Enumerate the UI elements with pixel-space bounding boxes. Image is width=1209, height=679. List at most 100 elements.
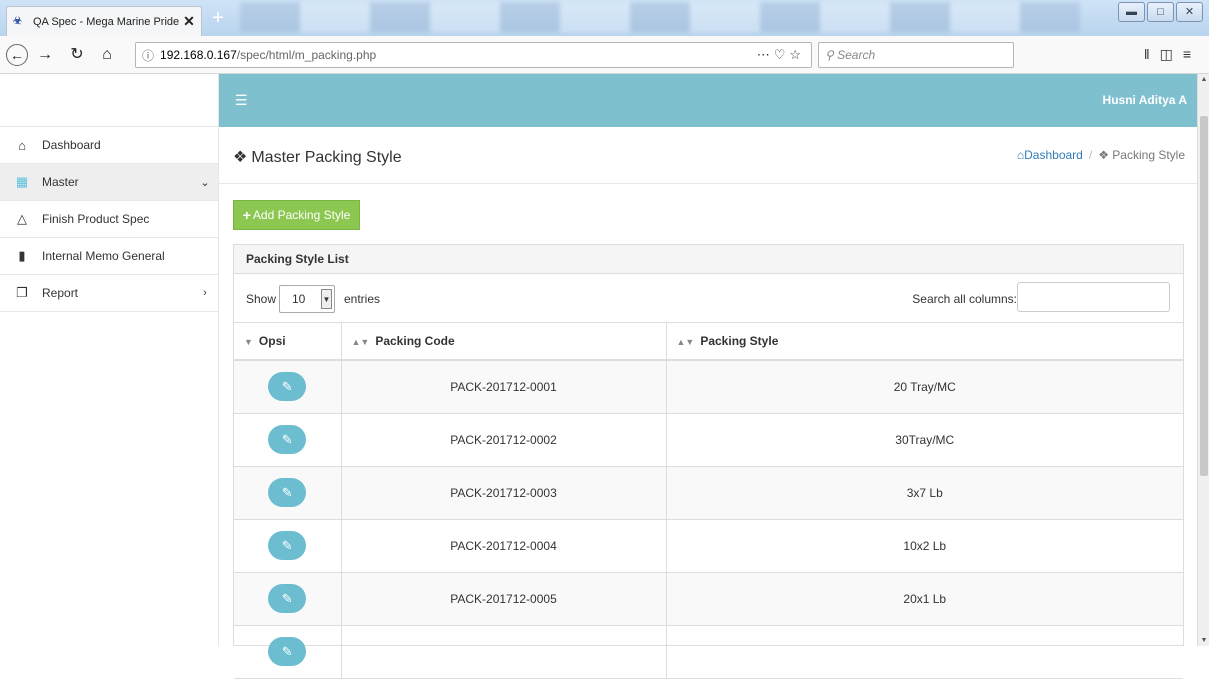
maximize-icon[interactable]: □ bbox=[1147, 2, 1174, 22]
packing-code-cell: PACK-201712-0004 bbox=[341, 519, 667, 573]
app-topbar: ☰ Husni Aditya A bbox=[219, 74, 1197, 127]
url-text: 192.168.0.167/spec/html/m_packing.php bbox=[160, 48, 757, 62]
opsi-cell: ✎ bbox=[234, 519, 342, 573]
sidebar-item-label: Finish Product Spec bbox=[42, 212, 150, 226]
new-tab-icon[interactable]: + bbox=[206, 8, 230, 30]
browser-toolbar-icons[interactable]: ‖◫≡ bbox=[1144, 46, 1201, 63]
opsi-cell: ✎ bbox=[234, 360, 342, 414]
packing-code-cell bbox=[341, 625, 667, 679]
sort-icon: ▲▼ bbox=[351, 337, 370, 347]
copy-icon: ❐ bbox=[16, 285, 28, 300]
back-icon[interactable]: ← bbox=[6, 44, 28, 66]
add-packing-style-button[interactable]: + Add Packing Style bbox=[233, 200, 360, 230]
sidebar-item-master[interactable]: ▦ Master ⌄ bbox=[0, 164, 218, 201]
sidebar: ⌂ Dashboard ▦ Master ⌄ △ Finish Product … bbox=[0, 74, 219, 646]
user-name[interactable]: Husni Aditya A bbox=[1103, 93, 1187, 107]
url-path: /spec/html/m_packing.php bbox=[236, 48, 377, 62]
search-all-columns-input[interactable] bbox=[1017, 282, 1170, 312]
packing-style-cell: 30Tray/MC bbox=[666, 413, 1183, 467]
dropbox-icon: ❖ bbox=[233, 149, 248, 166]
sidebar-item-finish-product-spec[interactable]: △ Finish Product Spec bbox=[0, 201, 218, 238]
browser-navbar: ← → ↻ ⌂ ⓘ 192.168.0.167/spec/html/m_pack… bbox=[0, 36, 1209, 74]
scrollbar-thumb[interactable] bbox=[1200, 116, 1208, 476]
page-actions-icon[interactable]: ⋯♡☆ bbox=[757, 47, 805, 63]
scroll-up-icon[interactable]: ▲ bbox=[1198, 76, 1209, 83]
browser-tabstrip: ☣ QA Spec - Mega Marine Pride ✕ + ▬ □ ✕ bbox=[0, 0, 1209, 36]
packing-style-cell: 10x2 Lb bbox=[666, 519, 1183, 573]
window-controls: ▬ □ ✕ bbox=[1116, 2, 1203, 22]
browser-search-input[interactable]: ⚲ Search bbox=[818, 42, 1014, 68]
opsi-cell: ✎ bbox=[234, 413, 342, 467]
flask-icon: △ bbox=[17, 211, 27, 226]
table-row: ✎ PACK-201712-0001 20 Tray/MC bbox=[234, 360, 1183, 414]
edit-icon[interactable]: ✎ bbox=[268, 372, 307, 402]
table-row: ✎ PACK-201712-0003 3x7 Lb bbox=[234, 466, 1183, 520]
breadcrumb-current: Packing Style bbox=[1112, 148, 1185, 162]
show-label: Show bbox=[246, 292, 277, 306]
search-placeholder: Search bbox=[837, 48, 876, 62]
page-scrollbar[interactable]: ▲ ▼ bbox=[1197, 74, 1209, 646]
column-header-label: Opsi bbox=[258, 334, 286, 348]
reload-icon[interactable]: ↻ bbox=[66, 44, 88, 66]
blurred-background bbox=[240, 2, 1080, 32]
home-nav-icon[interactable]: ⌂ bbox=[96, 44, 118, 66]
packing-style-table: ▼ Opsi ▲▼ Packing Code ▲▼ Packing Style ✎ P… bbox=[234, 323, 1183, 679]
table-row: ✎ PACK-201712-0002 30Tray/MC bbox=[234, 413, 1183, 467]
edit-icon[interactable]: ✎ bbox=[268, 637, 307, 666]
sidebar-item-report[interactable]: ❐ Report › bbox=[0, 275, 218, 312]
dropdown-arrow-icon[interactable]: ▼ bbox=[321, 289, 332, 309]
packing-style-cell bbox=[666, 625, 1183, 679]
page-header: ❖ Master Packing Style ⌂Dashboard / ❖ Packi… bbox=[219, 127, 1197, 184]
packing-code-cell: PACK-201712-0002 bbox=[341, 413, 667, 467]
address-bar[interactable]: ⓘ 192.168.0.167/spec/html/m_packing.php … bbox=[135, 42, 812, 68]
packing-style-cell: 3x7 Lb bbox=[666, 466, 1183, 520]
table-row: ✎ bbox=[234, 625, 1183, 679]
breadcrumb-home-link[interactable]: ⌂Dashboard bbox=[1017, 148, 1083, 162]
panel-title: Packing Style List bbox=[234, 245, 1183, 274]
edit-icon[interactable]: ✎ bbox=[268, 584, 307, 613]
entries-select[interactable]: 10 ▼ bbox=[279, 285, 335, 313]
home-icon: ⌂ bbox=[18, 137, 26, 153]
site-favicon-icon: ☣ bbox=[13, 15, 22, 27]
file-icon: ▮ bbox=[18, 248, 26, 263]
minimize-icon[interactable]: ▬ bbox=[1118, 2, 1145, 22]
breadcrumb-separator: / bbox=[1088, 148, 1093, 162]
breadcrumb-home-label: Dashboard bbox=[1024, 148, 1083, 162]
edit-icon[interactable]: ✎ bbox=[268, 478, 307, 507]
page-title: ❖ Master Packing Style bbox=[233, 147, 402, 167]
info-icon[interactable]: ⓘ bbox=[142, 47, 154, 64]
table-controls: Show 10 ▼ entries Search all columns: bbox=[234, 274, 1183, 323]
sidebar-item-dashboard[interactable]: ⌂ Dashboard bbox=[0, 127, 218, 164]
sidebar-item-label: Internal Memo General bbox=[42, 249, 165, 263]
sidebar-item-label: Report bbox=[42, 286, 79, 300]
column-header-label: Packing Style bbox=[700, 334, 779, 348]
plus-icon: + bbox=[242, 207, 251, 223]
column-header-opsi[interactable]: ▼ Opsi bbox=[234, 323, 342, 361]
add-button-label: Add Packing Style bbox=[252, 208, 351, 222]
tab-title: QA Spec - Mega Marine Pride bbox=[33, 15, 180, 28]
opsi-cell: ✎ bbox=[234, 572, 342, 626]
close-tab-icon[interactable]: ✕ bbox=[183, 13, 195, 30]
menu-toggle-icon[interactable]: ☰ bbox=[235, 92, 248, 109]
browser-tab[interactable]: ☣ QA Spec - Mega Marine Pride ✕ bbox=[6, 6, 202, 36]
close-window-icon[interactable]: ✕ bbox=[1176, 2, 1203, 22]
edit-icon[interactable]: ✎ bbox=[268, 425, 307, 454]
sidebar-brand-area bbox=[0, 74, 218, 127]
page-title-text: Master Packing Style bbox=[251, 149, 402, 166]
breadcrumb: ⌂Dashboard / ❖ Packing Style bbox=[1017, 148, 1185, 162]
sidebar-item-internal-memo-general[interactable]: ▮ Internal Memo General bbox=[0, 238, 218, 275]
forward-icon[interactable]: → bbox=[34, 44, 56, 66]
entries-label: entries bbox=[344, 292, 381, 306]
opsi-cell: ✎ bbox=[234, 466, 342, 520]
grid-icon: ▦ bbox=[15, 174, 29, 189]
edit-icon[interactable]: ✎ bbox=[268, 531, 307, 560]
scroll-down-icon[interactable]: ▼ bbox=[1198, 637, 1209, 644]
packing-style-cell: 20 Tray/MC bbox=[666, 360, 1183, 414]
packing-code-cell: PACK-201712-0003 bbox=[341, 466, 667, 520]
column-header-packing-style[interactable]: ▲▼ Packing Style bbox=[666, 323, 1183, 361]
table-row: ✎ PACK-201712-0004 10x2 Lb bbox=[234, 519, 1183, 573]
packing-code-cell: PACK-201712-0001 bbox=[341, 360, 667, 414]
sidebar-item-label: Dashboard bbox=[42, 138, 101, 152]
column-header-packing-code[interactable]: ▲▼ Packing Code bbox=[341, 323, 667, 361]
table-header-row: ▼ Opsi ▲▼ Packing Code ▲▼ Packing Style bbox=[234, 323, 1183, 361]
